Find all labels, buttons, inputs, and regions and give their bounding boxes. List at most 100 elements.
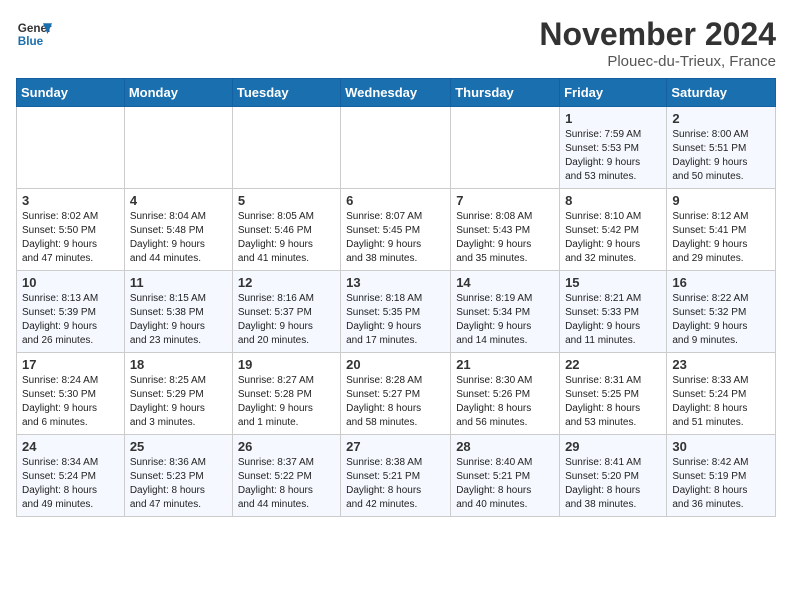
calendar-cell: 13 Sunrise: 8:18 AM Sunset: 5:35 PM Dayli…: [341, 271, 451, 353]
day-number: 23: [672, 357, 770, 372]
calendar-cell: 5Sunrise: 8:05 AM Sunset: 5:46 PM Daylig…: [232, 189, 340, 271]
day-info: Sunrise: 8:33 AM Sunset: 5:24 PM Dayligh…: [672, 374, 770, 430]
day-info: Sunrise: 8:02 AM Sunset: 5:50 PM Dayligh…: [22, 210, 119, 266]
day-number: 8: [565, 193, 661, 208]
location-subtitle: Plouec-du-Trieux, France: [539, 53, 776, 70]
calendar-cell: 30 Sunrise: 8:42 AM Sunset: 5:19 PM Dayli…: [667, 435, 776, 517]
calendar-cell: 20 Sunrise: 8:28 AM Sunset: 5:27 PM Dayli…: [341, 353, 451, 435]
calendar-cell: 24Sunrise: 8:34 AM Sunset: 5:24 PM Dayli…: [17, 435, 125, 517]
day-info: Sunrise: 8:00 AM Sunset: 5:51 PM Dayligh…: [672, 128, 770, 184]
day-number: 27: [346, 439, 445, 454]
day-info: Sunrise: 8:42 AM Sunset: 5:19 PM Dayligh…: [672, 456, 770, 512]
calendar-cell: 17Sunrise: 8:24 AM Sunset: 5:30 PM Dayli…: [17, 353, 125, 435]
calendar-cell: [124, 107, 232, 189]
calendar-cell: 4 Sunrise: 8:04 AM Sunset: 5:48 PM Daylig…: [124, 189, 232, 271]
day-number: 29: [565, 439, 661, 454]
day-info: Sunrise: 8:12 AM Sunset: 5:41 PM Dayligh…: [672, 210, 770, 266]
column-header-tuesday: Tuesday: [232, 79, 340, 107]
day-info: Sunrise: 8:21 AM Sunset: 5:33 PM Dayligh…: [565, 292, 661, 348]
calendar-cell: 15 Sunrise: 8:21 AM Sunset: 5:33 PM Dayli…: [560, 271, 667, 353]
calendar-cell: [17, 107, 125, 189]
day-number: 22: [565, 357, 661, 372]
day-number: 24: [22, 439, 119, 454]
day-info: Sunrise: 8:22 AM Sunset: 5:32 PM Dayligh…: [672, 292, 770, 348]
day-number: 12: [238, 275, 335, 290]
calendar-cell: 12 Sunrise: 8:16 AM Sunset: 5:37 PM Dayli…: [232, 271, 340, 353]
day-info: Sunrise: 8:16 AM Sunset: 5:37 PM Dayligh…: [238, 292, 335, 348]
calendar-cell: 22 Sunrise: 8:31 AM Sunset: 5:25 PM Dayli…: [560, 353, 667, 435]
day-info: Sunrise: 8:27 AM Sunset: 5:28 PM Dayligh…: [238, 374, 335, 430]
calendar-cell: 29Sunrise: 8:41 AM Sunset: 5:20 PM Dayli…: [560, 435, 667, 517]
calendar-cell: 3 Sunrise: 8:02 AM Sunset: 5:50 PM Daylig…: [17, 189, 125, 271]
calendar-body: 1 Sunrise: 7:59 AM Sunset: 5:53 PM Daylig…: [17, 107, 776, 517]
day-info: Sunrise: 8:40 AM Sunset: 5:21 PM Dayligh…: [456, 456, 554, 512]
day-info: Sunrise: 8:15 AM Sunset: 5:38 PM Dayligh…: [130, 292, 227, 348]
day-number: 17: [22, 357, 119, 372]
day-number: 13: [346, 275, 445, 290]
day-number: 7: [456, 193, 554, 208]
calendar-cell: 8 Sunrise: 8:10 AM Sunset: 5:42 PM Daylig…: [560, 189, 667, 271]
day-number: 30: [672, 439, 770, 454]
calendar-header-row: SundayMondayTuesdayWednesdayThursdayFrid…: [17, 79, 776, 107]
column-header-wednesday: Wednesday: [341, 79, 451, 107]
calendar-cell: 21 Sunrise: 8:30 AM Sunset: 5:26 PM Dayli…: [451, 353, 560, 435]
day-number: 26: [238, 439, 335, 454]
day-info: Sunrise: 8:19 AM Sunset: 5:34 PM Dayligh…: [456, 292, 554, 348]
calendar-cell: 16 Sunrise: 8:22 AM Sunset: 5:32 PM Dayli…: [667, 271, 776, 353]
calendar-cell: 18Sunrise: 8:25 AM Sunset: 5:29 PM Dayli…: [124, 353, 232, 435]
svg-text:Blue: Blue: [18, 35, 44, 48]
calendar-cell: 27 Sunrise: 8:38 AM Sunset: 5:21 PM Dayli…: [341, 435, 451, 517]
calendar-cell: [451, 107, 560, 189]
column-header-monday: Monday: [124, 79, 232, 107]
day-info: Sunrise: 8:05 AM Sunset: 5:46 PM Dayligh…: [238, 210, 335, 266]
calendar-cell: 1 Sunrise: 7:59 AM Sunset: 5:53 PM Daylig…: [560, 107, 667, 189]
day-info: Sunrise: 8:38 AM Sunset: 5:21 PM Dayligh…: [346, 456, 445, 512]
calendar-cell: 19 Sunrise: 8:27 AM Sunset: 5:28 PM Dayli…: [232, 353, 340, 435]
day-number: 2: [672, 111, 770, 126]
day-number: 10: [22, 275, 119, 290]
day-number: 28: [456, 439, 554, 454]
calendar-table: SundayMondayTuesdayWednesdayThursdayFrid…: [16, 78, 776, 517]
day-number: 14: [456, 275, 554, 290]
day-info: Sunrise: 7:59 AM Sunset: 5:53 PM Dayligh…: [565, 128, 661, 184]
day-number: 16: [672, 275, 770, 290]
day-number: 6: [346, 193, 445, 208]
column-header-sunday: Sunday: [17, 79, 125, 107]
day-number: 1: [565, 111, 661, 126]
calendar-week-5: 24Sunrise: 8:34 AM Sunset: 5:24 PM Dayli…: [17, 435, 776, 517]
day-info: Sunrise: 8:04 AM Sunset: 5:48 PM Dayligh…: [130, 210, 227, 266]
calendar-cell: 2 Sunrise: 8:00 AM Sunset: 5:51 PM Daylig…: [667, 107, 776, 189]
day-info: Sunrise: 8:08 AM Sunset: 5:43 PM Dayligh…: [456, 210, 554, 266]
calendar-cell: 9 Sunrise: 8:12 AM Sunset: 5:41 PM Daylig…: [667, 189, 776, 271]
calendar-cell: 10Sunrise: 8:13 AM Sunset: 5:39 PM Dayli…: [17, 271, 125, 353]
day-info: Sunrise: 8:31 AM Sunset: 5:25 PM Dayligh…: [565, 374, 661, 430]
calendar-cell: 23 Sunrise: 8:33 AM Sunset: 5:24 PM Dayli…: [667, 353, 776, 435]
day-number: 11: [130, 275, 227, 290]
day-info: Sunrise: 8:36 AM Sunset: 5:23 PM Dayligh…: [130, 456, 227, 512]
day-number: 19: [238, 357, 335, 372]
column-header-thursday: Thursday: [451, 79, 560, 107]
day-info: Sunrise: 8:30 AM Sunset: 5:26 PM Dayligh…: [456, 374, 554, 430]
calendar-cell: 7 Sunrise: 8:08 AM Sunset: 5:43 PM Daylig…: [451, 189, 560, 271]
month-title: November 2024: [539, 16, 776, 53]
day-info: Sunrise: 8:18 AM Sunset: 5:35 PM Dayligh…: [346, 292, 445, 348]
calendar-week-1: 1 Sunrise: 7:59 AM Sunset: 5:53 PM Daylig…: [17, 107, 776, 189]
calendar-week-4: 17Sunrise: 8:24 AM Sunset: 5:30 PM Dayli…: [17, 353, 776, 435]
day-info: Sunrise: 8:28 AM Sunset: 5:27 PM Dayligh…: [346, 374, 445, 430]
calendar-cell: 28 Sunrise: 8:40 AM Sunset: 5:21 PM Dayli…: [451, 435, 560, 517]
column-header-saturday: Saturday: [667, 79, 776, 107]
day-number: 21: [456, 357, 554, 372]
calendar-cell: 11 Sunrise: 8:15 AM Sunset: 5:38 PM Dayli…: [124, 271, 232, 353]
title-block: November 2024 Plouec-du-Trieux, France: [539, 16, 776, 70]
logo: General Blue: [16, 16, 52, 52]
day-number: 20: [346, 357, 445, 372]
day-info: Sunrise: 8:10 AM Sunset: 5:42 PM Dayligh…: [565, 210, 661, 266]
calendar-cell: 14 Sunrise: 8:19 AM Sunset: 5:34 PM Dayli…: [451, 271, 560, 353]
day-number: 3: [22, 193, 119, 208]
day-number: 9: [672, 193, 770, 208]
day-number: 4: [130, 193, 227, 208]
day-info: Sunrise: 8:25 AM Sunset: 5:29 PM Dayligh…: [130, 374, 227, 430]
calendar-week-2: 3 Sunrise: 8:02 AM Sunset: 5:50 PM Daylig…: [17, 189, 776, 271]
day-number: 15: [565, 275, 661, 290]
day-number: 25: [130, 439, 227, 454]
